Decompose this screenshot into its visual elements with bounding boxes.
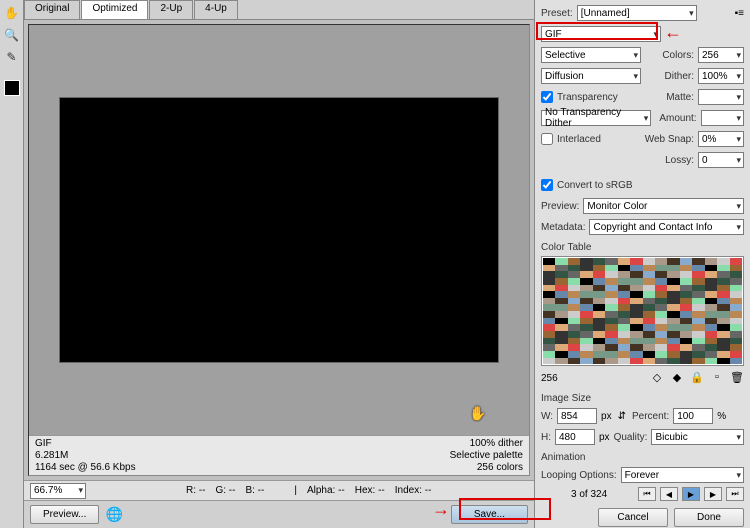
- status-b: B: --: [245, 485, 264, 496]
- trash-icon[interactable]: 🗑: [730, 371, 744, 385]
- format-select[interactable]: GIF: [541, 26, 661, 42]
- width-field[interactable]: [557, 408, 597, 424]
- save-button[interactable]: Save...: [451, 505, 528, 524]
- done-button[interactable]: Done: [674, 508, 744, 527]
- websnap-select[interactable]: 0%: [698, 131, 744, 147]
- cancel-button[interactable]: Cancel: [598, 508, 668, 527]
- preview-canvas[interactable]: ✋: [29, 25, 529, 435]
- dither-select[interactable]: 100%: [698, 68, 744, 84]
- status-bar: 66.7% R: -- G: -- B: -- | Alpha: -- Hex:…: [24, 480, 534, 500]
- tab-optimized[interactable]: Optimized: [81, 0, 148, 19]
- interlaced-label: Interlaced: [557, 134, 601, 145]
- dither-method-select[interactable]: Diffusion: [541, 68, 641, 84]
- color-count: 256: [541, 373, 558, 384]
- preview-mode-label: Preview:: [541, 201, 579, 212]
- bottom-buttons: Preview... 🌐 Save...: [24, 500, 534, 528]
- tab-2up[interactable]: 2-Up: [149, 0, 193, 19]
- image-preview: [59, 97, 499, 364]
- shift-color-icon[interactable]: ◆: [670, 371, 684, 385]
- status-index: Index: --: [395, 485, 432, 496]
- info-size: 6.281M: [35, 450, 136, 461]
- color-table-label: Color Table: [541, 242, 744, 253]
- new-color-icon[interactable]: ▫: [710, 371, 724, 385]
- first-frame-button[interactable]: ⏮: [638, 487, 656, 501]
- matte-select[interactable]: [698, 89, 744, 105]
- websnap-label: Web Snap:: [645, 134, 694, 145]
- looping-select[interactable]: Forever: [621, 467, 744, 483]
- preview-button[interactable]: Preview...: [30, 505, 99, 524]
- h-label: H:: [541, 432, 551, 443]
- dither-label: Dither:: [665, 71, 694, 82]
- color-table-controls: 256 ◇ ◆ 🔒 ▫ 🗑: [541, 369, 744, 387]
- image-size-label: Image Size: [541, 393, 744, 404]
- preview-area: ✋ GIF 6.281M 1164 sec @ 56.6 Kbps 100% d…: [28, 24, 530, 476]
- frame-counter: 3 of 324: [571, 489, 607, 500]
- browser-icon[interactable]: 🌐: [105, 506, 123, 524]
- map-to-transparent-icon[interactable]: ◇: [650, 371, 664, 385]
- quality-label: Quality:: [614, 432, 648, 443]
- lossy-select[interactable]: 0: [698, 152, 744, 168]
- lock-color-icon[interactable]: 🔒: [690, 371, 704, 385]
- settings-panel: Preset: [Unnamed] ▪≡ GIF Selective Color…: [534, 0, 750, 528]
- color-table[interactable]: [541, 256, 744, 366]
- status-r: R: --: [186, 485, 205, 496]
- status-hex: Hex: --: [355, 485, 385, 496]
- w-label: W:: [541, 411, 553, 422]
- metadata-label: Metadata:: [541, 222, 585, 233]
- status-alpha: Alpha: --: [307, 485, 345, 496]
- preset-select[interactable]: [Unnamed]: [577, 5, 697, 21]
- prev-frame-button[interactable]: ◀: [660, 487, 678, 501]
- preset-label: Preset:: [541, 8, 573, 19]
- link-icon[interactable]: ⇵: [618, 411, 626, 422]
- lossy-label: Lossy:: [665, 155, 694, 166]
- looping-label: Looping Options:: [541, 470, 617, 481]
- tab-original[interactable]: Original: [24, 0, 80, 19]
- info-colors: 256 colors: [450, 462, 523, 473]
- percent-unit: %: [717, 411, 726, 422]
- amount-label: Amount:: [659, 113, 696, 124]
- hand-tool-icon[interactable]: ✋: [3, 4, 21, 22]
- info-time: 1164 sec @ 56.6 Kbps: [35, 462, 136, 473]
- preview-tabs: Original Optimized 2-Up 4-Up: [24, 0, 534, 20]
- colors-select[interactable]: 256: [698, 47, 744, 63]
- info-dither: 100% dither: [450, 438, 523, 449]
- interlaced-checkbox[interactable]: [541, 133, 553, 145]
- status-g: G: --: [215, 485, 235, 496]
- preview-info-bar: GIF 6.281M 1164 sec @ 56.6 Kbps 100% dit…: [29, 435, 529, 475]
- colors-label: Colors:: [662, 50, 694, 61]
- color-reduction-select[interactable]: Selective: [541, 47, 641, 63]
- w-unit: px: [601, 411, 612, 422]
- no-trans-dither-select[interactable]: No Transparency Dither: [541, 110, 651, 126]
- tab-4up[interactable]: 4-Up: [194, 0, 238, 19]
- info-palette: Selective palette: [450, 450, 523, 461]
- convert-srgb-checkbox[interactable]: [541, 179, 553, 191]
- panel-menu-icon[interactable]: ▪≡: [735, 8, 744, 19]
- convert-srgb-label: Convert to sRGB: [557, 180, 633, 191]
- amount-select: [701, 110, 744, 126]
- last-frame-button[interactable]: ⏭: [726, 487, 744, 501]
- zoom-tool-icon[interactable]: 🔍: [3, 26, 21, 44]
- hand-cursor-icon: ✋: [469, 405, 486, 422]
- matte-label: Matte:: [666, 92, 694, 103]
- next-frame-button[interactable]: ▶: [704, 487, 722, 501]
- foreground-color-swatch[interactable]: [4, 80, 20, 96]
- animation-label: Animation: [541, 452, 744, 463]
- center-panel: Original Optimized 2-Up 4-Up ✋ GIF 6.281…: [24, 0, 534, 528]
- info-format: GIF: [35, 438, 136, 449]
- eyedropper-tool-icon[interactable]: ✎: [3, 48, 21, 66]
- transparency-label: Transparency: [557, 92, 618, 103]
- left-toolbar: ✋ 🔍 ✎: [0, 0, 24, 528]
- preview-mode-select[interactable]: Monitor Color: [583, 198, 744, 214]
- play-button[interactable]: ▶: [682, 487, 700, 501]
- percent-label: Percent:: [632, 411, 669, 422]
- percent-field[interactable]: [673, 408, 713, 424]
- transparency-checkbox[interactable]: [541, 91, 553, 103]
- h-unit: px: [599, 432, 610, 443]
- metadata-select[interactable]: Copyright and Contact Info: [589, 219, 744, 235]
- zoom-select[interactable]: 66.7%: [30, 483, 86, 499]
- quality-select[interactable]: Bicubic: [651, 429, 744, 445]
- height-field[interactable]: [555, 429, 595, 445]
